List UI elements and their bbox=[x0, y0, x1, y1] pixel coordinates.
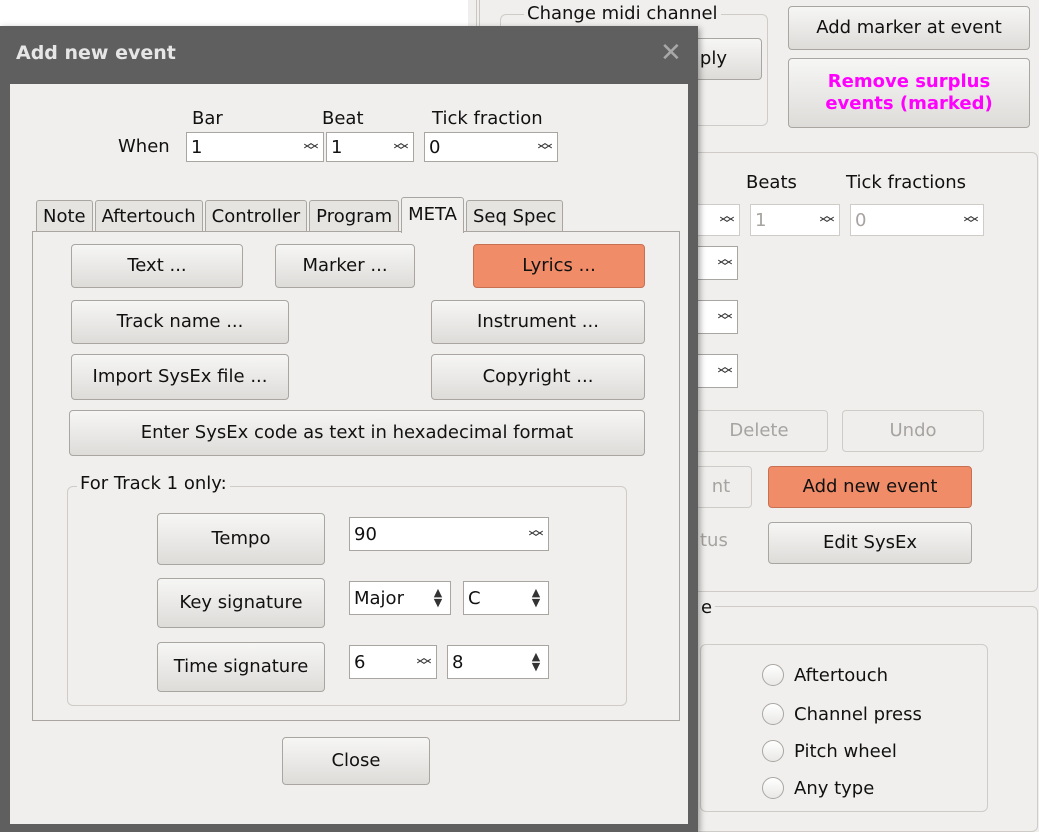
spin-arrows-icon: ︿ ﹀ bbox=[717, 303, 733, 330]
sysex-hex-button[interactable]: Enter SysEx code as text in hexadecimal … bbox=[69, 410, 645, 456]
updown-arrows-icon: ▲ ▼ bbox=[433, 586, 443, 609]
key-signature-button[interactable]: Key signature bbox=[157, 578, 325, 628]
beat-value: 1 bbox=[331, 136, 343, 158]
tab-controller[interactable]: Controller bbox=[204, 200, 308, 232]
radio-circle-icon bbox=[762, 703, 784, 725]
time-signature-button[interactable]: Time signature bbox=[157, 642, 325, 692]
remove-surplus-button[interactable]: Remove surplus events (marked) bbox=[788, 58, 1030, 128]
spin-arrows-icon: ︿ ﹀ bbox=[963, 206, 979, 233]
tick-fraction-label: Tick fraction bbox=[432, 108, 543, 129]
edit-sysex-button[interactable]: Edit SysEx bbox=[768, 522, 972, 564]
track1-legend: For Track 1 only: bbox=[77, 474, 230, 494]
updown-arrows-icon: ▲ ▼ bbox=[531, 586, 541, 609]
beats-spin[interactable]: 1 ︿ ﹀ bbox=[750, 204, 840, 236]
bar-value: 1 bbox=[191, 136, 203, 158]
track-name-button[interactable]: Track name ... bbox=[71, 300, 289, 344]
when-label: When bbox=[118, 136, 170, 157]
time-denominator-value: 8 bbox=[452, 651, 464, 673]
spin-arrows-icon: ︿ ﹀ bbox=[393, 133, 409, 160]
tempo-spin[interactable]: 90 ︿ ﹀ bbox=[349, 517, 549, 551]
beat-label: Beat bbox=[322, 108, 364, 129]
meta-tab-pane: Text ... Marker ... Lyrics ... Track nam… bbox=[32, 231, 680, 721]
remove-surplus-label: Remove surplus events (marked) bbox=[825, 71, 993, 114]
beats-header: Beats bbox=[746, 172, 797, 193]
text-event-button[interactable]: Text ... bbox=[71, 244, 243, 288]
delete-button[interactable]: Delete bbox=[690, 410, 828, 452]
radio-pitch-wheel[interactable]: Pitch wheel bbox=[762, 740, 897, 762]
tick-fractions-header: Tick fractions bbox=[846, 172, 967, 193]
radio-label: Aftertouch bbox=[794, 664, 889, 686]
spin-arrows-icon: ︿ ﹀ bbox=[537, 133, 553, 160]
bar-label: Bar bbox=[192, 108, 223, 129]
tab-seq-spec[interactable]: Seq Spec bbox=[465, 200, 564, 232]
key-note-value: C bbox=[468, 587, 481, 609]
add-marker-button[interactable]: Add marker at event bbox=[788, 6, 1030, 50]
copyright-button[interactable]: Copyright ... bbox=[431, 354, 645, 400]
spin-arrows-icon: ︿ ﹀ bbox=[819, 206, 835, 233]
radio-label: Channel press bbox=[794, 703, 922, 725]
close-icon[interactable]: ✕ bbox=[660, 38, 682, 68]
apply-button-label: ply bbox=[699, 48, 727, 69]
radio-any-type[interactable]: Any type bbox=[762, 777, 874, 799]
time-denominator-spin[interactable]: 8 ▲ ▼ bbox=[447, 645, 549, 679]
radio-label: Any type bbox=[794, 777, 875, 799]
radio-label: Pitch wheel bbox=[794, 740, 897, 762]
updown-arrows-icon: ▲ ▼ bbox=[531, 650, 541, 673]
tick-fractions-value: 0 bbox=[855, 209, 867, 231]
radio-circle-icon bbox=[762, 740, 784, 762]
key-note-spin[interactable]: C ▲ ▼ bbox=[463, 581, 549, 615]
radio-circle-icon bbox=[762, 777, 784, 799]
tab-meta[interactable]: META bbox=[401, 197, 464, 233]
dialog-client-area: Bar Beat Tick fraction When 1 ︿ ﹀ 1 ︿ ﹀ 0 ︿ ﹀ … bbox=[10, 84, 688, 824]
spin-arrows-icon: ︿ ﹀ bbox=[719, 206, 735, 233]
event-type-tabs: Note Aftertouch Controller Program META … bbox=[36, 194, 565, 233]
status-label-partial: tus bbox=[700, 530, 728, 551]
tab-aftertouch[interactable]: Aftertouch bbox=[94, 200, 203, 232]
midi-channel-legend: Change midi channel bbox=[524, 4, 721, 24]
partial-hidden-button[interactable]: nt bbox=[690, 466, 752, 508]
tick-fraction-value: 0 bbox=[429, 136, 441, 158]
key-mode-value: Major bbox=[354, 587, 404, 609]
bar-spin[interactable]: 1 ︿ ﹀ bbox=[186, 132, 324, 162]
add-new-event-dialog: Add new event ✕ Bar Beat Tick fraction W… bbox=[0, 26, 698, 832]
undo-button[interactable]: Undo bbox=[842, 410, 984, 452]
tab-program[interactable]: Program bbox=[309, 200, 400, 232]
close-button[interactable]: Close bbox=[282, 737, 430, 785]
lyrics-event-button[interactable]: Lyrics ... bbox=[473, 244, 645, 288]
radio-aftertouch[interactable]: Aftertouch bbox=[762, 664, 888, 686]
tempo-value: 90 bbox=[354, 523, 377, 545]
event-type-legend-partial: e bbox=[698, 598, 716, 618]
dialog-titlebar[interactable]: Add new event ✕ bbox=[0, 26, 698, 84]
radio-circle-icon bbox=[762, 664, 784, 686]
beats-value: 1 bbox=[755, 209, 767, 231]
dialog-title: Add new event bbox=[16, 42, 176, 64]
tick-fractions-spin[interactable]: 0 ︿ ﹀ bbox=[850, 204, 984, 236]
import-sysex-button[interactable]: Import SysEx file ... bbox=[71, 354, 289, 400]
beat-spin[interactable]: 1 ︿ ﹀ bbox=[326, 132, 414, 162]
add-new-event-button[interactable]: Add new event bbox=[768, 466, 972, 508]
spin-arrows-icon: ︿ ﹀ bbox=[717, 249, 733, 276]
tab-note[interactable]: Note bbox=[36, 200, 93, 232]
time-numerator-spin[interactable]: 6 ︿ ﹀ bbox=[349, 645, 437, 679]
tick-fraction-spin[interactable]: 0 ︿ ﹀ bbox=[424, 132, 558, 162]
radio-channel-press[interactable]: Channel press bbox=[762, 703, 922, 725]
spin-arrows-icon: ︿ ﹀ bbox=[528, 520, 544, 547]
spin-arrows-icon: ︿ ﹀ bbox=[416, 648, 432, 675]
instrument-button[interactable]: Instrument ... bbox=[431, 300, 645, 344]
time-numerator-value: 6 bbox=[354, 651, 366, 673]
spin-arrows-icon: ︿ ﹀ bbox=[303, 133, 319, 160]
tempo-button[interactable]: Tempo bbox=[157, 513, 325, 565]
key-mode-spin[interactable]: Major ▲ ▼ bbox=[349, 581, 451, 615]
marker-event-button[interactable]: Marker ... bbox=[275, 244, 415, 288]
spin-arrows-icon: ︿ ﹀ bbox=[717, 357, 733, 384]
